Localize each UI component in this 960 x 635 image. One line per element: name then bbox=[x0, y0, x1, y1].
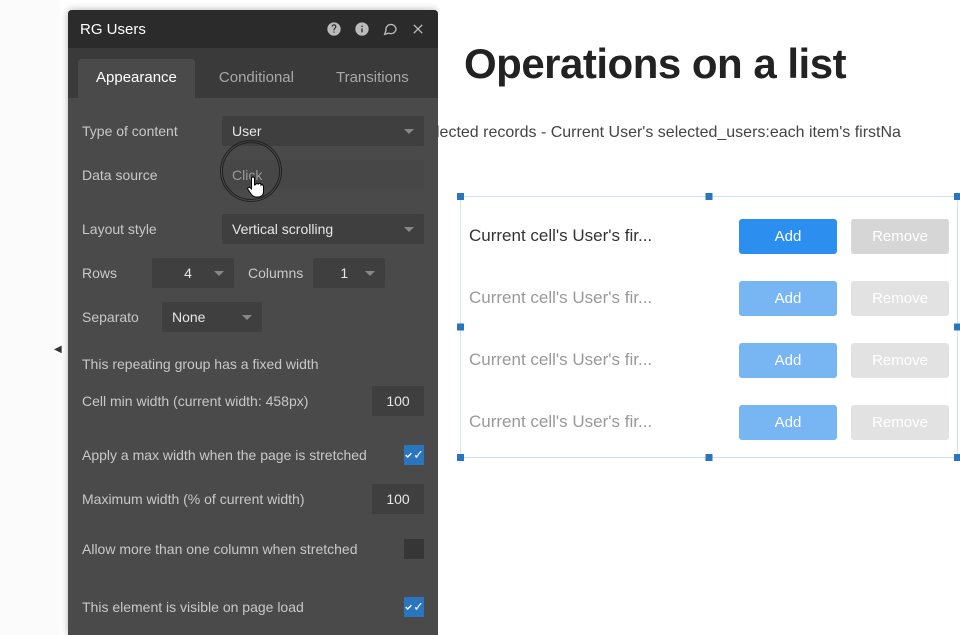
add-button: Add bbox=[739, 281, 837, 316]
resize-handle[interactable] bbox=[706, 454, 713, 461]
collapse-icon[interactable]: ◀ bbox=[54, 344, 62, 355]
comment-icon[interactable] bbox=[382, 21, 398, 37]
apply-max-width-checkbox[interactable] bbox=[404, 445, 424, 465]
data-source-label: Data source bbox=[82, 167, 222, 183]
tab-transitions[interactable]: Transitions bbox=[318, 59, 427, 98]
resize-handle[interactable] bbox=[457, 324, 464, 331]
list-item: Current cell's User's fir... Add Remove bbox=[469, 267, 949, 329]
tab-conditional[interactable]: Conditional bbox=[201, 59, 312, 98]
help-icon[interactable] bbox=[326, 21, 342, 37]
remove-button: Remove bbox=[851, 343, 949, 378]
allow-more-col-label: Allow more than one column when stretche… bbox=[82, 541, 404, 557]
apply-max-width-label: Apply a max width when the page is stret… bbox=[82, 447, 404, 463]
visible-page-load-label: This element is visible on page load bbox=[82, 599, 404, 615]
close-icon[interactable] bbox=[410, 21, 426, 37]
allow-more-col-checkbox[interactable] bbox=[404, 539, 424, 559]
panel-header[interactable]: RG Users bbox=[68, 10, 438, 48]
page-title: Operations on a list bbox=[464, 40, 960, 88]
add-button[interactable]: Add bbox=[739, 219, 837, 254]
tab-appearance[interactable]: Appearance bbox=[78, 59, 195, 98]
cell-min-width-input[interactable] bbox=[372, 386, 424, 416]
property-editor-panel: RG Users Appearance Conditional Transiti… bbox=[68, 10, 438, 635]
chevron-down-icon bbox=[404, 129, 414, 134]
layout-style-dropdown[interactable]: Vertical scrolling bbox=[222, 214, 424, 244]
cell-user-firstname[interactable]: Current cell's User's fir... bbox=[469, 226, 725, 246]
columns-label: Columns bbox=[248, 265, 303, 281]
list-item: Current cell's User's fir... Add Remove bbox=[469, 329, 949, 391]
remove-button: Remove bbox=[851, 405, 949, 440]
max-width-label: Maximum width (% of current width) bbox=[82, 491, 362, 507]
resize-handle[interactable] bbox=[954, 454, 960, 461]
layout-style-value: Vertical scrolling bbox=[232, 221, 333, 237]
max-width-input[interactable] bbox=[372, 484, 424, 514]
remove-button: Remove bbox=[851, 281, 949, 316]
layout-style-label: Layout style bbox=[82, 221, 222, 237]
visible-page-load-checkbox[interactable] bbox=[404, 597, 424, 617]
data-source-value: Click bbox=[232, 167, 262, 183]
separator-value: None bbox=[172, 309, 205, 325]
selected-records-expression[interactable]: lected records - Current User's selected… bbox=[436, 124, 960, 142]
chevron-down-icon bbox=[214, 271, 224, 276]
data-source-input[interactable]: Click bbox=[222, 160, 424, 190]
resize-handle[interactable] bbox=[954, 193, 960, 200]
cell-user-firstname: Current cell's User's fir... bbox=[469, 288, 725, 308]
add-button: Add bbox=[739, 343, 837, 378]
repeating-group[interactable]: Current cell's User's fir... Add Remove … bbox=[460, 196, 958, 458]
resize-handle[interactable] bbox=[954, 324, 960, 331]
add-button: Add bbox=[739, 405, 837, 440]
remove-button[interactable]: Remove bbox=[851, 219, 949, 254]
type-of-content-label: Type of content bbox=[82, 123, 222, 139]
rows-value: 4 bbox=[184, 265, 192, 281]
list-item: Current cell's User's fir... Add Remove bbox=[469, 391, 949, 453]
cell-min-width-label: Cell min width (current width: 458px) bbox=[82, 393, 362, 409]
list-item[interactable]: Current cell's User's fir... Add Remove bbox=[469, 205, 949, 267]
info-icon[interactable] bbox=[354, 21, 370, 37]
type-of-content-value: User bbox=[232, 123, 262, 139]
chevron-down-icon bbox=[242, 315, 252, 320]
separator-dropdown[interactable]: None bbox=[162, 302, 262, 332]
columns-value: 1 bbox=[340, 265, 348, 281]
fixed-width-text: This repeating group has a fixed width bbox=[82, 356, 424, 372]
type-of-content-dropdown[interactable]: User bbox=[222, 116, 424, 146]
rows-dropdown[interactable]: 4 bbox=[152, 258, 234, 288]
cell-user-firstname: Current cell's User's fir... bbox=[469, 350, 725, 370]
chevron-down-icon bbox=[365, 271, 375, 276]
resize-handle[interactable] bbox=[706, 193, 713, 200]
separator-label: Separato bbox=[82, 309, 152, 325]
rows-label: Rows bbox=[82, 265, 142, 281]
columns-dropdown[interactable]: 1 bbox=[313, 258, 385, 288]
tabs: Appearance Conditional Transitions bbox=[68, 48, 438, 98]
resize-handle[interactable] bbox=[457, 193, 464, 200]
cell-user-firstname: Current cell's User's fir... bbox=[469, 412, 725, 432]
resize-handle[interactable] bbox=[457, 454, 464, 461]
chevron-down-icon bbox=[404, 227, 414, 232]
panel-title: RG Users bbox=[80, 21, 146, 38]
